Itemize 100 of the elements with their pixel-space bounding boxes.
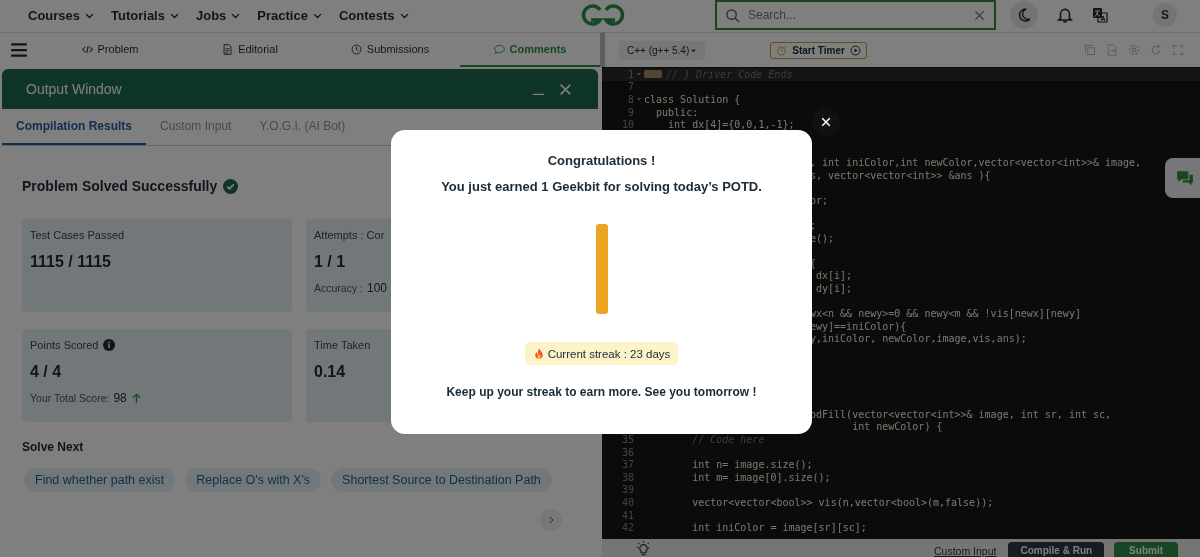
nav-menu[interactable]: Jobs (195, 7, 242, 23)
code-line: int n= image.size(); (691, 459, 813, 471)
panel-tab[interactable]: Submissions (320, 33, 460, 67)
code-line: vector<vector<bool>> vis(n,vector<bool>(m,false)); (691, 497, 994, 508)
search-icon (725, 7, 740, 23)
dialog-title: Congratulations ! (547, 153, 656, 168)
bell-icon[interactable] (1056, 6, 1074, 24)
dark-mode-button[interactable] (1010, 1, 1038, 29)
window-title: Output Window (26, 81, 122, 97)
note-value: 98 (113, 391, 127, 405)
line-number: 42 (621, 522, 634, 534)
file-export-icon[interactable] (1106, 44, 1118, 56)
line-number: 39 (621, 484, 634, 496)
translate-icon[interactable] (1092, 7, 1108, 23)
output-tab[interactable]: Custom Input (146, 109, 246, 145)
clock-icon (350, 43, 362, 55)
chevron-right-icon (546, 515, 556, 525)
search-input[interactable]: Search... (746, 7, 967, 23)
note-label: Your Total Score: (30, 392, 110, 404)
submit-button[interactable]: Submit (1114, 542, 1178, 557)
code-line: int dx[4]={0,0,1,-1}; (667, 119, 795, 131)
flame-icon (532, 347, 545, 360)
compile-run-button[interactable]: Compile & Run (1008, 542, 1105, 557)
problem-chip[interactable]: Find whether path exist (24, 468, 176, 492)
folded-code-marker[interactable] (644, 70, 662, 79)
info-icon[interactable] (103, 339, 116, 351)
line-number: 35 (621, 434, 634, 445)
code-line: class Solution { (644, 94, 741, 105)
panel-tab[interactable]: Problem (40, 33, 180, 67)
line-number: 7 (627, 81, 634, 93)
code-line: odFill(vector<vector<int>>& image, int sr, int sc, (810, 408, 1112, 420)
dialog-footer-text: Keep up your streak to earn more. See you tomorrow ! (446, 385, 757, 399)
check-circle-icon (223, 178, 239, 194)
copy-icon[interactable] (1084, 44, 1096, 56)
fold-arrow-icon[interactable] (636, 96, 642, 103)
problem-chip[interactable]: Shortest Source to Destination Path (331, 468, 552, 492)
code-line: ewy]==iniColor){ (810, 320, 907, 332)
language-dropdown[interactable]: C++ (g++ 5.4) (619, 40, 706, 60)
code-icon (81, 43, 93, 55)
card-value: 1115 / 1115 (30, 253, 112, 271)
card-label: Attempts : Cor (314, 229, 385, 241)
output-tab[interactable]: Compilation Results (2, 109, 146, 145)
line-number: 10 (621, 119, 634, 131)
card-label: Points Scored (30, 339, 99, 351)
custom-input-link[interactable]: Custom Input (934, 545, 997, 557)
card-value: 1 / 1 (314, 253, 347, 271)
streak-text: Current streak : 23 days (547, 347, 671, 360)
speech-bubble-icon (493, 43, 505, 55)
line-number: 38 (621, 471, 634, 483)
code-line: int m= image[0].size(); (691, 471, 831, 483)
code-line: ; (810, 219, 817, 231)
note-label: Accuracy : (314, 282, 363, 294)
alarm-clock-icon (776, 44, 788, 56)
card-label: Time Taken (314, 339, 371, 351)
code-line: public: (655, 106, 699, 118)
status-message: Problem Solved Successfully (22, 178, 218, 194)
panel-tab[interactable]: Comments (460, 33, 600, 67)
line-number: 9 (627, 106, 634, 118)
line-number: 41 (621, 509, 634, 521)
refresh-icon[interactable] (1150, 44, 1162, 56)
nav-menu[interactable]: Tutorials (111, 7, 180, 23)
document-icon (222, 43, 234, 55)
lightbulb-icon[interactable] (636, 541, 651, 556)
start-timer-button[interactable]: Start Timer (770, 41, 867, 59)
code-line: y,iniColor, newColor,image,vis,ans); (810, 333, 1027, 345)
code-line: int iniColor = image[sr][sc]; (691, 522, 867, 534)
code-line: int newColor) { (851, 421, 943, 433)
line-number: 40 (621, 497, 634, 508)
coin-icon (595, 224, 608, 314)
line-number: 8 (627, 94, 634, 105)
close-icon[interactable] (973, 8, 986, 22)
settings-icon[interactable] (1128, 44, 1140, 56)
chat-bubbles-icon (1176, 169, 1194, 187)
output-tab[interactable]: Y.O.G.I. (AI Bot) (245, 109, 360, 145)
card-value: 0.14 (314, 363, 347, 381)
panel-tab[interactable]: Editorial (180, 33, 320, 67)
user-avatar[interactable]: S (1153, 3, 1177, 27)
close-icon (820, 116, 832, 128)
code-line: , int iniColor,int newColor,vector<vector<int>>& image, (810, 156, 1142, 168)
fullscreen-icon[interactable] (1172, 44, 1184, 56)
line-number: 36 (621, 446, 634, 458)
chat-button[interactable] (1165, 158, 1200, 198)
code-line: dx[i]; (815, 270, 853, 282)
note-value: 100 (367, 281, 388, 295)
section-heading: Solve Next (22, 440, 85, 454)
nav-menu[interactable]: Courses (28, 7, 96, 23)
nav-menu[interactable]: Contests (338, 7, 410, 23)
line-number: 37 (621, 459, 634, 471)
dialog-message: You just earned 1 Geekbit for solving today’s POTD. (441, 179, 762, 194)
moon-icon (1016, 7, 1032, 23)
close-icon[interactable] (559, 82, 572, 96)
card-label: Test Cases Passed (30, 229, 125, 241)
card-value: 4 / 4 (30, 363, 63, 381)
menu-icon[interactable] (10, 41, 28, 59)
nav-menu[interactable]: Practice (257, 7, 323, 23)
problem-chip[interactable]: Replace O's with X's (185, 468, 322, 492)
fold-arrow-icon[interactable] (636, 71, 642, 78)
code-line: dy[i]; (815, 282, 853, 294)
play-icon (849, 44, 861, 56)
search-field[interactable]: Search... (715, 0, 996, 30)
